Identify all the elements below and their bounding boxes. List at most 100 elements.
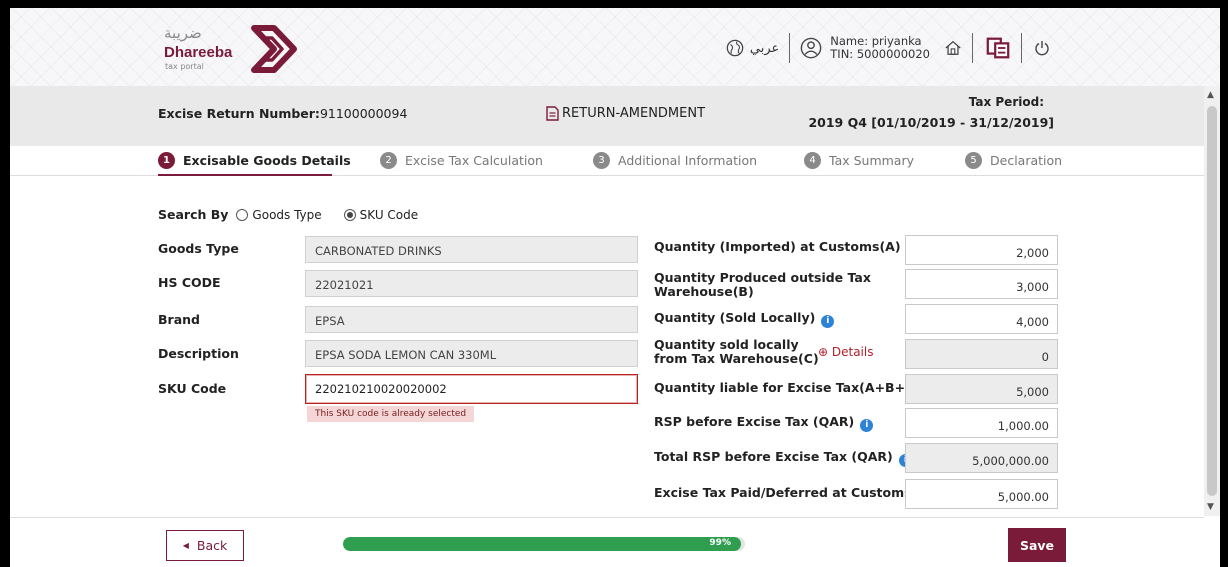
rsp-input[interactable]: 1,000.00 (905, 408, 1058, 438)
hs-code-field: 22021021 (305, 270, 638, 297)
scroll-up-icon[interactable]: ▲ (1207, 90, 1214, 100)
tax-paid-label: Excise Tax Paid/Deferred at Customs (654, 485, 912, 500)
active-step-underline (158, 174, 332, 176)
qty-sold-wh-label-line1: Quantity sold locally (654, 337, 799, 352)
qty-imported-input[interactable]: 2,000 (905, 235, 1058, 265)
step-label: Additional Information (618, 152, 758, 168)
step-number: 3 (593, 151, 610, 169)
step-excise-tax-calculation[interactable]: 2 Excise Tax Calculation (380, 148, 543, 172)
language-toggle[interactable]: عربي (750, 41, 779, 56)
search-by-label: Search By (158, 207, 229, 222)
info-icon[interactable]: i (860, 419, 874, 432)
header-toolbar: عربي Name: priyanka TIN: 5000000020 (726, 28, 1050, 68)
divider (972, 33, 973, 63)
brand-field: EPSA (305, 306, 638, 333)
qty-imported-label: Quantity (Imported) at Customs(A)i (654, 240, 920, 257)
logo-mark-icon (251, 25, 297, 73)
tax-paid-input[interactable]: 5,000.00 (905, 479, 1058, 509)
back-button[interactable]: ◀ Back (166, 530, 244, 561)
description-field: EPSA SODA LEMON CAN 330ML (305, 340, 638, 367)
home-icon[interactable] (944, 39, 962, 57)
divider (1021, 33, 1022, 63)
back-arrow-icon: ◀ (182, 541, 189, 550)
qty-sold-wh-field: 0 (905, 339, 1058, 369)
return-number: Excise Return Number:91100000094 (158, 106, 407, 121)
return-info-bar: Excise Return Number:91100000094 RETURN-… (10, 86, 1204, 146)
tax-period-label: Tax Period: (968, 95, 1044, 109)
qty-sold-wh-label: Quantity sold locally from Tax Warehouse… (654, 338, 819, 366)
info-icon[interactable]: i (821, 315, 835, 328)
qty-sold-label: Quantity (Sold Locally) i (654, 310, 835, 328)
radio-goods-type[interactable] (236, 208, 249, 221)
qty-liable-field: 5,000 (905, 374, 1058, 404)
logo-subtitle: tax portal (165, 62, 204, 71)
sku-error-message: This SKU code is already selected (307, 406, 475, 422)
qty-liable-label: Quantity liable for Excise Tax(A+B+C) (654, 380, 920, 395)
qty-sold-input[interactable]: 4,000 (905, 304, 1058, 334)
brand-label: Brand (158, 312, 200, 327)
progress-text: 99% (709, 538, 731, 548)
divider (789, 33, 791, 63)
total-rsp-label-text: Total RSP before Excise Tax (QAR) (654, 449, 893, 464)
help-book-icon[interactable] (985, 35, 1011, 61)
total-rsp-field: 5,000,000.00 (905, 443, 1058, 473)
radio-goods-type-label[interactable]: Goods Type (252, 208, 321, 222)
back-button-label: Back (196, 538, 228, 553)
total-rsp-label: Total RSP before Excise Tax (QAR)i (654, 450, 912, 467)
scroll-thumb[interactable] (1207, 106, 1217, 496)
globe-icon[interactable] (726, 39, 744, 57)
qty-sold-label-text: Quantity (Sold Locally) (654, 310, 816, 325)
logo-name: Dhareeba (164, 44, 233, 61)
qty-imported-label-text: Quantity (Imported) at Customs(A) (654, 239, 901, 254)
app-header: ضريبة Dhareeba tax portal عربي Name: pri… (10, 8, 1220, 86)
qty-produced-label: Quantity Produced outside Tax Warehouse(… (654, 271, 871, 299)
dhareeba-logo[interactable]: ضريبة Dhareeba tax portal (164, 22, 304, 76)
step-number: 4 (804, 151, 821, 169)
description-label: Description (158, 346, 239, 361)
logo-arabic-text: ضريبة (164, 24, 202, 42)
sku-code-label: SKU Code (158, 381, 227, 396)
user-icon (800, 37, 822, 59)
progress-fill: 99% (343, 537, 741, 551)
qty-produced-input[interactable]: 3,000 (905, 269, 1058, 299)
step-label: Tax Summary (829, 152, 915, 168)
return-number-value: 91100000094 (319, 106, 408, 121)
qty-sold-wh-label-line2: from Tax Warehouse(C) (654, 351, 819, 366)
hs-code-label: HS CODE (158, 275, 221, 290)
goods-type-label: Goods Type (158, 241, 239, 256)
qty-produced-label-line1: Quantity Produced outside Tax (654, 270, 871, 285)
qty-produced-label-line2: Warehouse(B) (654, 284, 754, 299)
tax-period-value: 2019 Q4 [01/10/2019 - 31/12/2019] (808, 115, 1054, 130)
footer-divider (10, 517, 1204, 518)
rsp-label: RSP before Excise Tax (QAR) i (654, 414, 874, 432)
step-excisable-goods-details[interactable]: 1 Excisable Goods Details (158, 148, 351, 172)
scroll-down-icon[interactable]: ▼ (1207, 502, 1214, 512)
step-label: Excise Tax Calculation (405, 152, 543, 168)
details-link[interactable]: ⊕ Details (818, 345, 873, 359)
step-additional-information[interactable]: 3 Additional Information (593, 148, 757, 172)
page-scrollbar[interactable]: ▲ ▼ (1204, 86, 1220, 516)
rsp-label-text: RSP before Excise Tax (QAR) (654, 414, 855, 429)
document-icon (546, 106, 559, 121)
return-mode: RETURN-AMENDMENT (546, 106, 705, 121)
radio-sku-code[interactable] (343, 208, 356, 221)
step-number: 1 (158, 151, 175, 169)
step-tax-summary[interactable]: 4 Tax Summary (804, 148, 914, 172)
step-number: 2 (380, 151, 397, 169)
radio-sku-code-label[interactable]: SKU Code (360, 208, 418, 222)
step-number: 5 (965, 151, 982, 169)
sku-code-input[interactable]: 220210210020020002 (305, 374, 638, 404)
goods-type-field: CARBONATED DRINKS (305, 236, 638, 263)
search-by-row: Search By Goods Type SKU Code (158, 207, 436, 222)
return-mode-text: RETURN-AMENDMENT (562, 106, 706, 121)
step-label: Excisable Goods Details (183, 152, 351, 168)
step-label: Declaration (990, 152, 1063, 168)
user-tin: TIN: 5000000020 (830, 47, 930, 61)
return-number-label: Excise Return Number: (158, 106, 320, 121)
save-button[interactable]: Save (1008, 528, 1066, 562)
logout-power-icon[interactable] (1034, 40, 1050, 56)
progress-bar: 99% (343, 537, 745, 551)
step-declaration[interactable]: 5 Declaration (965, 148, 1062, 172)
user-info: Name: priyanka TIN: 5000000020 (830, 35, 930, 61)
wizard-steps: 1 Excisable Goods Details 2 Excise Tax C… (10, 146, 1204, 176)
